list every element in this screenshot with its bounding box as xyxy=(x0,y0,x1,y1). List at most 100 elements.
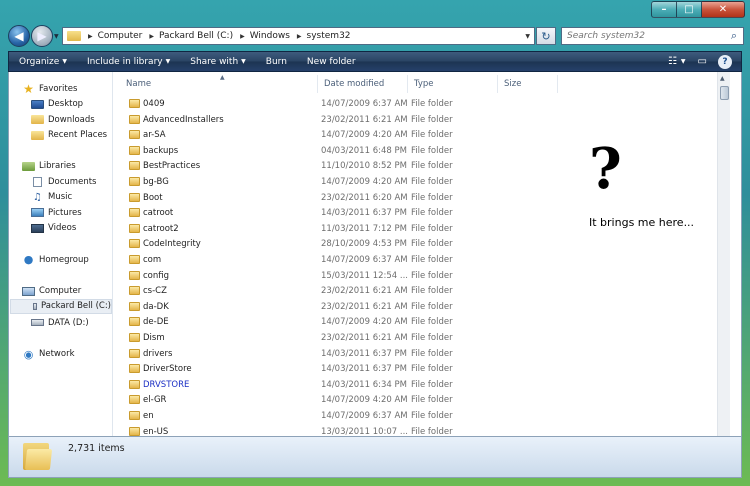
column-header-label: Type xyxy=(414,79,434,89)
file-name: BestPractices xyxy=(143,161,201,172)
sidebar-item-desktop[interactable]: Desktop xyxy=(9,97,83,112)
file-type: File folder xyxy=(411,255,453,265)
sidebar-item-videos[interactable]: Videos xyxy=(9,221,76,236)
file-row[interactable]: Dism 23/02/2011 6:21 AM File folder xyxy=(114,331,730,347)
search-icon[interactable]: ⌕ xyxy=(725,29,743,43)
sidebar-item-favorites[interactable]: ★ Favorites xyxy=(9,81,77,96)
sidebar-item-libraries[interactable]: Libraries xyxy=(9,159,76,174)
sidebar-item-label: Homegroup xyxy=(39,254,89,265)
sidebar-item-computer[interactable]: Computer xyxy=(9,284,81,299)
file-row[interactable]: da-DK 23/02/2011 6:21 AM File folder xyxy=(114,300,730,316)
sidebar-item-label: Downloads xyxy=(48,114,95,125)
file-row[interactable]: el-GR 14/07/2009 4:20 AM File folder xyxy=(114,393,730,409)
preview-pane-button[interactable]: ▭ xyxy=(692,56,713,67)
sidebar-item-downloads[interactable]: Downloads xyxy=(9,112,95,127)
navigation-row: ◀ ▶ ▼ ▶ Computer ▶ Packard Bell (C:) ▶ W… xyxy=(6,24,746,50)
file-name: cs-CZ xyxy=(143,286,167,297)
sidebar-item-pictures[interactable]: Pictures xyxy=(9,205,82,220)
file-name: Dism xyxy=(143,333,165,343)
file-type: File folder xyxy=(411,333,453,343)
file-row[interactable]: drivers 14/03/2011 6:37 PM File folder xyxy=(114,347,730,363)
sidebar-item-label: Network xyxy=(39,349,75,359)
sidebar-item-music[interactable]: ♫ Music xyxy=(9,190,72,205)
folder-icon xyxy=(67,31,81,41)
sidebar-item-drive-d[interactable]: DATA (D:) xyxy=(9,315,89,330)
back-button[interactable]: ◀ xyxy=(8,25,30,47)
minimize-button[interactable]: – xyxy=(651,1,677,18)
address-dropdown-icon[interactable]: ▼ xyxy=(525,33,530,40)
chevron-right-icon[interactable]: ▶ xyxy=(240,33,245,40)
file-row[interactable]: ar-SA 14/07/2009 4:20 AM File folder xyxy=(114,128,730,144)
change-view-button[interactable]: ☷ ▼ xyxy=(662,56,692,67)
file-row[interactable]: en 14/07/2009 6:37 AM File folder xyxy=(114,409,730,425)
column-header-type[interactable]: Type xyxy=(408,75,498,93)
file-row[interactable]: de-DE 14/07/2009 4:20 AM File folder xyxy=(114,315,730,331)
file-row[interactable]: bg-BG 14/07/2009 4:20 AM File folder xyxy=(114,175,730,191)
scrollbar-thumb[interactable] xyxy=(720,86,729,100)
file-row[interactable]: cs-CZ 23/02/2011 6:21 AM File folder xyxy=(114,284,730,300)
file-type: File folder xyxy=(411,426,453,436)
file-row[interactable]: DRVSTORE 14/03/2011 6:34 PM File folder xyxy=(114,378,730,394)
organize-menu[interactable]: Organize ▼ xyxy=(9,52,77,71)
sidebar-item-documents[interactable]: Documents xyxy=(9,174,96,189)
forward-button[interactable]: ▶ xyxy=(31,25,53,47)
libraries-icon xyxy=(22,161,35,171)
file-date-modified: 23/02/2011 6:21 AM xyxy=(321,333,408,343)
column-header-name[interactable]: Name ▲ xyxy=(120,74,318,93)
sidebar-item-recent-places[interactable]: Recent Places xyxy=(9,128,107,143)
file-row[interactable]: en-US 13/03/2011 10:07 ... File folder xyxy=(114,425,730,436)
chevron-right-icon[interactable]: ▶ xyxy=(149,33,154,40)
column-header-size[interactable]: Size xyxy=(498,75,558,93)
breadcrumb-system32[interactable]: system32 xyxy=(307,31,351,41)
breadcrumb-windows[interactable]: Windows xyxy=(250,31,290,41)
close-button[interactable]: ✕ xyxy=(702,1,745,18)
new-folder-button[interactable]: New folder xyxy=(297,52,366,71)
recent-pages-dropdown[interactable]: ▼ xyxy=(54,33,59,40)
folder-icon xyxy=(129,114,140,124)
help-button[interactable]: ? xyxy=(718,54,732,69)
file-row[interactable]: com 14/07/2009 6:37 AM File folder xyxy=(114,253,730,269)
file-row[interactable]: DriverStore 14/03/2011 6:37 PM File folder xyxy=(114,362,730,378)
column-header-label: Size xyxy=(504,79,522,89)
file-row[interactable]: 0409 14/07/2009 6:37 AM File folder xyxy=(114,97,730,113)
file-date-modified: 11/10/2010 8:52 PM xyxy=(321,161,407,172)
file-row[interactable]: BestPractices 11/10/2010 8:52 PM File fold… xyxy=(114,159,730,175)
address-bar[interactable]: ▶ Computer ▶ Packard Bell (C:) ▶ Windows… xyxy=(62,27,535,45)
column-header-date-modified[interactable]: Date modified xyxy=(318,75,408,93)
vertical-scrollbar[interactable]: ▲ xyxy=(717,72,730,436)
file-name: ar-SA xyxy=(143,130,166,141)
annotation-text: It brings me here... xyxy=(589,216,695,229)
sidebar-item-homegroup[interactable]: ● Homegroup xyxy=(9,252,89,267)
file-date-modified: 14/03/2011 6:34 PM xyxy=(321,379,407,390)
desktop-icon xyxy=(31,99,44,109)
burn-button[interactable]: Burn xyxy=(256,52,297,71)
file-row[interactable]: Boot 23/02/2011 6:20 AM File folder xyxy=(114,191,730,207)
sidebar-item-label: Libraries xyxy=(39,161,76,171)
sidebar-item-network[interactable]: ◉ Network xyxy=(9,347,75,362)
chevron-right-icon[interactable]: ▶ xyxy=(88,33,93,40)
maximize-button[interactable]: □ xyxy=(677,1,702,18)
chevron-down-icon: ▼ xyxy=(165,58,171,65)
file-date-modified: 14/07/2009 6:37 AM xyxy=(321,99,408,109)
breadcrumb-drive-c[interactable]: Packard Bell (C:) xyxy=(159,31,233,41)
sidebar-item-drive-c[interactable]: Packard Bell (C:) xyxy=(10,298,112,314)
scroll-up-arrow-icon[interactable]: ▲ xyxy=(720,75,725,82)
share-with-menu[interactable]: Share with ▼ xyxy=(180,52,256,71)
chevron-right-icon[interactable]: ▶ xyxy=(297,33,302,40)
file-row[interactable]: config 15/03/2011 12:54 ... File folder xyxy=(114,269,730,285)
refresh-button[interactable]: ↻ xyxy=(536,27,556,45)
include-in-library-menu[interactable]: Include in library ▼ xyxy=(77,52,180,71)
search-box[interactable]: ⌕ xyxy=(561,27,744,45)
file-row[interactable]: CodeIntegrity 28/10/2009 4:53 PM File fold… xyxy=(114,237,730,253)
file-row[interactable]: AdvancedInstallers 23/02/2011 6:21 AM File… xyxy=(114,113,730,129)
sidebar-item-label: Videos xyxy=(48,223,77,233)
file-row[interactable]: backups 04/03/2011 6:48 PM File folder xyxy=(114,144,730,160)
breadcrumb-computer[interactable]: Computer xyxy=(98,31,143,41)
file-date-modified: 11/03/2011 7:12 PM xyxy=(321,223,407,234)
file-date-modified: 14/07/2009 4:20 AM xyxy=(321,317,408,328)
file-date-modified: 23/02/2011 6:20 AM xyxy=(321,192,408,203)
file-type: File folder xyxy=(411,161,453,172)
search-input[interactable] xyxy=(567,31,725,41)
preview-pane-icon: ▭ xyxy=(697,56,707,67)
folder-icon xyxy=(129,255,140,264)
